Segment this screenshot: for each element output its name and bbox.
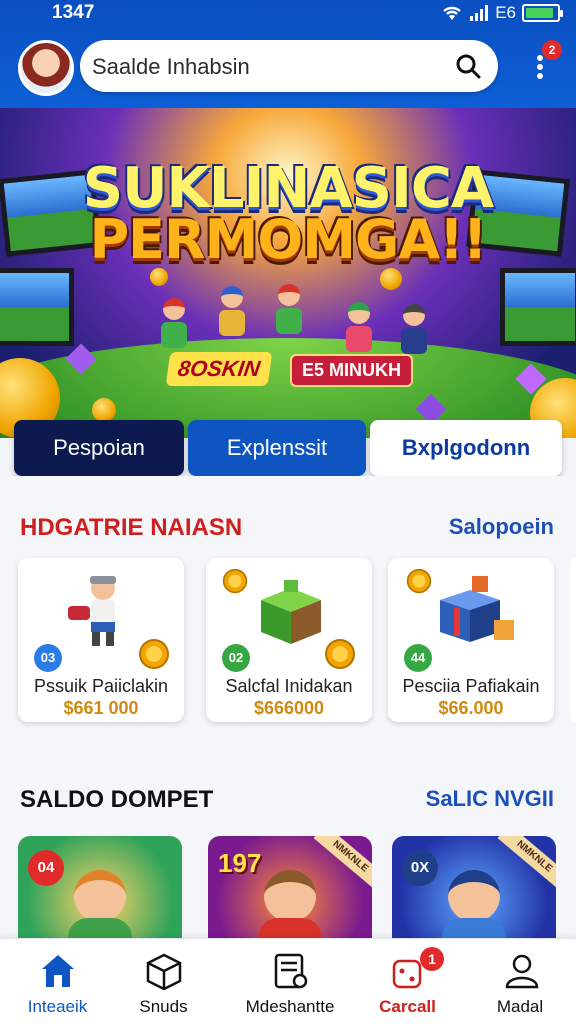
product-card-peek[interactable] (570, 558, 576, 722)
nav-label: Snuds (139, 997, 188, 1016)
battery-level (526, 8, 553, 18)
tab-pespoian[interactable]: Pespoian (14, 420, 184, 476)
bottom-nav: Inteaeik Snuds Mdeshantte 1 Carcall Mada… (0, 938, 576, 1024)
product-card[interactable]: 44 Pesciia Pafiakain $66.000 (388, 558, 554, 722)
card-name: Pssuik Paiiclakin (33, 676, 169, 696)
status-bar: 1347 E6 (0, 0, 576, 30)
chest-icon (261, 580, 321, 644)
character-icon (442, 870, 506, 946)
game-badge: 0X (402, 850, 438, 886)
nav-item-madal[interactable]: Madal (464, 939, 576, 1024)
status-icons: E6 (441, 3, 563, 23)
card-badge: 02 (222, 644, 250, 672)
nav-item-snuds[interactable]: Snuds (106, 939, 221, 1024)
coin-decoration (92, 398, 116, 422)
promo-banner[interactable]: SUKLINASICA PERMOMGA!! 8OSKIN E5 MINUKH (0, 108, 576, 438)
player-figure (400, 304, 428, 356)
nav-label: Madal (496, 997, 544, 1016)
cube-icon (146, 953, 182, 991)
nav-item-home[interactable]: Inteaeik (0, 939, 115, 1024)
receipt-icon (274, 953, 308, 989)
card-name: Pesciia Pafiakain (402, 676, 540, 696)
main-content: HDGATRIE NAIASN Salopoein 03 Pssuik Paii… (0, 476, 576, 946)
card-price: $661 000 (63, 698, 139, 718)
home-icon (42, 955, 74, 987)
card-badge: 03 (34, 644, 62, 672)
signal-icon (470, 5, 489, 21)
section-link-products[interactable]: Salopoein (449, 514, 554, 540)
card-name: Salcfal Inidakan (225, 676, 353, 696)
section-title-wallet: SALDO DOMPET (20, 786, 214, 813)
search-input[interactable]: Saalde Inhabsin (92, 54, 250, 80)
search-icon[interactable] (454, 52, 482, 80)
banner-title-line2: PERMOMGA!! (89, 208, 488, 271)
stadium-screen (0, 268, 74, 346)
game-ribbon: NMKNLE (313, 836, 372, 890)
stadium-screen (500, 268, 576, 346)
game-card[interactable]: 04 (18, 836, 182, 946)
nav-label: Inteaeik (27, 997, 88, 1016)
status-time: 1347 (52, 2, 95, 23)
carrier-label: E6 (495, 3, 516, 22)
card-price: $66.000 (438, 698, 504, 718)
wifi-icon (443, 6, 462, 20)
character-icon (68, 870, 132, 946)
game-badge: 197 (218, 848, 262, 878)
game-card[interactable]: 197 NMKNLE (208, 836, 372, 946)
card-price: $666000 (253, 698, 325, 718)
nav-item-carcall[interactable]: 1 Carcall (350, 939, 465, 1024)
coin-decoration (380, 268, 402, 290)
character-icon (68, 576, 116, 646)
product-card[interactable]: 02 Salcfal Inidakan $666000 (206, 558, 372, 722)
product-card[interactable]: 03 Pssuik Paiiclakin $661 000 (18, 558, 184, 722)
game-card[interactable]: 0X NMKNLE (392, 836, 556, 946)
player-figure (160, 298, 188, 350)
nav-label: Carcall (379, 997, 436, 1016)
tab-explenssit[interactable]: Explenssit (188, 420, 366, 476)
player-figure (275, 284, 303, 336)
coin-icon (222, 568, 248, 594)
game-badge: 04 (28, 850, 64, 886)
top-bar: 1347 E6 Saalde Inhabsin 2 (0, 0, 576, 108)
nav-item-mdeshantte[interactable]: Mdeshantte (230, 939, 350, 1024)
battery-icon (522, 4, 563, 22)
tab-bxplgodonn[interactable]: Bxplgodonn (370, 420, 562, 476)
user-icon (505, 954, 539, 989)
search-bar[interactable]: Saalde Inhabsin (80, 40, 498, 92)
coin-icon (325, 639, 355, 669)
banner-pill-left: 8OSKIN (165, 352, 273, 386)
player-figure (218, 286, 246, 338)
section-link-wallet[interactable]: SaLIC NVGII (426, 786, 554, 812)
cart-badge: 1 (420, 947, 444, 971)
coin-icon (139, 639, 169, 669)
game-ribbon: NMKNLE (497, 836, 556, 890)
banner-pill-right: E5 MINUKH (290, 354, 414, 387)
coin-icon (406, 568, 432, 594)
gift-box-icon (440, 576, 514, 642)
card-badge: 44 (404, 644, 432, 672)
section-title-products: HDGATRIE NAIASN (20, 514, 243, 541)
player-figure (345, 302, 373, 354)
user-avatar[interactable] (18, 40, 74, 96)
character-icon (258, 870, 322, 946)
notification-badge: 2 (542, 40, 562, 60)
nav-label: Mdeshantte (245, 997, 335, 1016)
